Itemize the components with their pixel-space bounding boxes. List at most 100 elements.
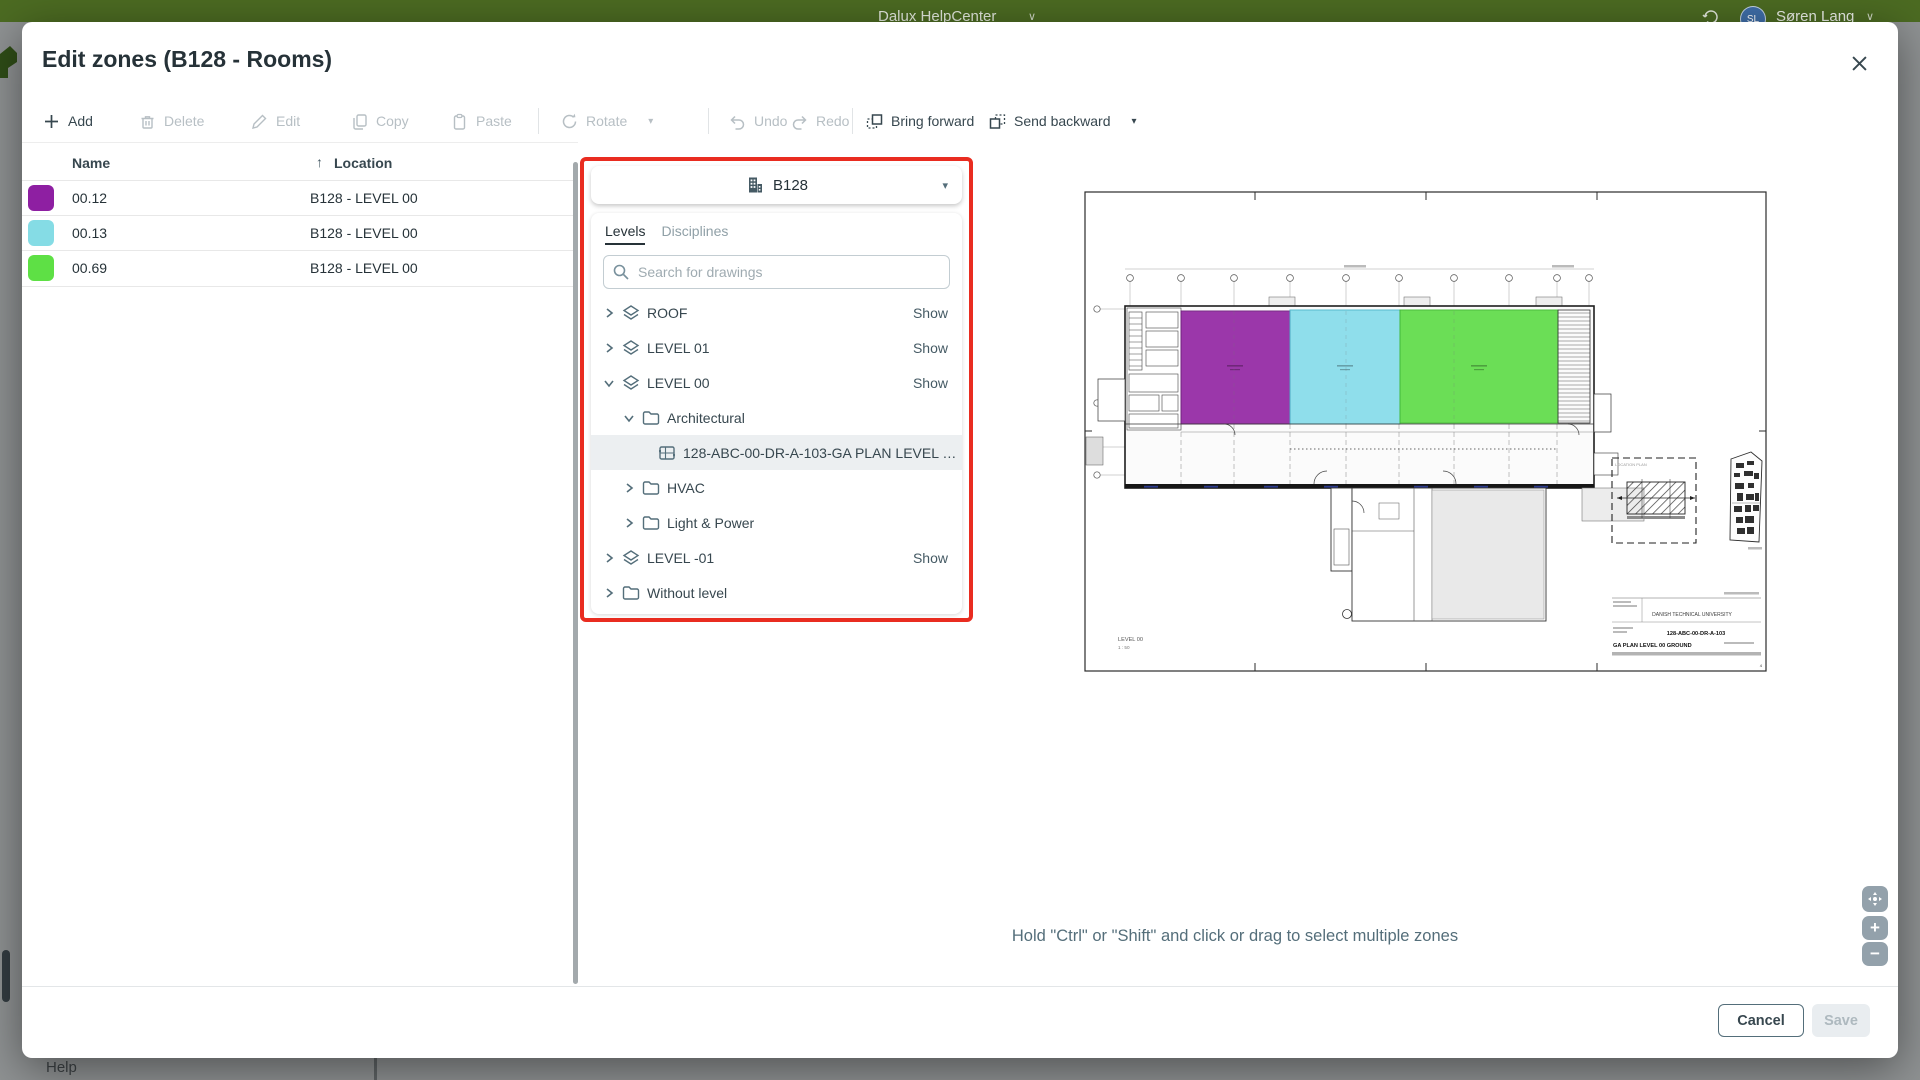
history-icon[interactable] <box>1702 8 1720 22</box>
zone-00-12[interactable] <box>1181 311 1290 424</box>
site-key-plan <box>1730 452 1762 550</box>
tree-item-architectural[interactable]: Architectural <box>591 400 962 435</box>
column-name[interactable]: Name <box>72 155 110 171</box>
zone-color-swatch[interactable] <box>28 255 54 281</box>
fit-to-view-button[interactable] <box>1862 886 1888 912</box>
user-menu-caret-icon: ∨ <box>1866 10 1874 22</box>
tab-disciplines[interactable]: Disciplines <box>661 223 728 245</box>
chevron-right-icon[interactable] <box>603 587 617 599</box>
south-wing <box>1331 488 1546 621</box>
copy-icon <box>350 112 369 131</box>
table-row[interactable]: 00.12 B128 - LEVEL 00 <box>22 180 573 216</box>
drawing-icon <box>657 443 677 463</box>
edit-zones-dialog: Edit zones (B128 - Rooms) Add Delete Edi… <box>22 22 1898 1058</box>
zone-00-13[interactable] <box>1290 310 1400 424</box>
folder-icon <box>641 408 661 428</box>
chevron-right-icon[interactable] <box>603 307 617 319</box>
building-dropdown-caret-icon: ▾ <box>942 179 948 192</box>
panel-tabs: Levels Disciplines <box>591 213 962 245</box>
university-name: DANISH TECHNICAL UNIVERSITY <box>1652 612 1732 618</box>
building-selector[interactable]: B128 ▾ <box>591 166 962 204</box>
tree-item-drawing[interactable]: 128-ABC-00-DR-A-103-GA PLAN LEVEL … <box>591 435 962 470</box>
table-row[interactable]: 00.13 B128 - LEVEL 00 <box>22 215 573 251</box>
tree-item-label: LEVEL 01 <box>647 340 710 356</box>
zoom-out-button[interactable]: − <box>1862 942 1888 966</box>
left-rooms <box>1127 308 1181 430</box>
undo-icon <box>728 112 747 131</box>
sort-ascending-icon[interactable]: ↑ <box>316 154 323 170</box>
app-title[interactable]: Dalux HelpCenter <box>878 8 996 22</box>
tab-levels[interactable]: Levels <box>605 223 645 245</box>
plus-icon <box>42 112 61 131</box>
redo-button[interactable]: Redo <box>790 102 849 140</box>
pane-splitter[interactable] <box>573 162 578 984</box>
show-link[interactable]: Show <box>913 550 962 566</box>
chevron-right-icon[interactable] <box>623 482 637 494</box>
tree-item-hvac[interactable]: HVAC <box>591 470 962 505</box>
chevron-right-icon[interactable] <box>623 517 637 529</box>
zone-color-swatch[interactable] <box>28 220 54 246</box>
bring-forward-icon <box>865 112 884 131</box>
tree-item-label: ROOF <box>647 305 687 321</box>
send-backward-caret-icon[interactable]: ▾ <box>1132 116 1137 127</box>
background-scrollbar[interactable] <box>2 950 10 1002</box>
search-icon <box>612 263 630 286</box>
rotate-button[interactable]: Rotate ▾ <box>560 102 653 140</box>
toolbar-separator <box>538 108 539 134</box>
search-input[interactable] <box>603 255 950 289</box>
send-backward-icon <box>988 112 1007 131</box>
add-button[interactable]: Add <box>42 102 93 140</box>
show-link[interactable]: Show <box>913 340 962 356</box>
clipboard-icon <box>450 112 469 131</box>
tree-item-without-level[interactable]: Without level <box>591 575 962 610</box>
app-title-caret-icon: ∨ <box>1028 10 1036 22</box>
close-button[interactable] <box>1844 48 1874 78</box>
zone-location: B128 - LEVEL 00 <box>310 190 418 206</box>
table-top-border <box>22 142 578 143</box>
tree-item-level-01[interactable]: LEVEL 01 Show <box>591 330 962 365</box>
undo-button[interactable]: Undo <box>728 102 787 140</box>
help-link[interactable]: Help <box>46 1059 77 1076</box>
bring-forward-button[interactable]: Bring forward ▾ <box>865 102 1000 140</box>
table-header: Name ↑ Location <box>22 146 573 180</box>
zone-name: 00.13 <box>72 225 107 241</box>
zoom-in-button[interactable]: + <box>1862 916 1888 940</box>
footer-divider <box>22 986 1898 987</box>
tree-item-light-power[interactable]: Light & Power <box>591 505 962 540</box>
levels-icon <box>621 303 641 323</box>
tree-item-label: Without level <box>647 585 727 601</box>
drawing-title: GA PLAN LEVEL 00 GROUND <box>1613 643 1692 649</box>
save-button[interactable]: Save <box>1812 1004 1870 1037</box>
chevron-down-icon[interactable] <box>623 412 637 424</box>
copy-button[interactable]: Copy <box>350 102 409 140</box>
pan-icon <box>1867 891 1883 907</box>
rotate-icon <box>560 112 579 131</box>
tree-item-roof[interactable]: ROOF Show <box>591 295 962 330</box>
chevron-down-icon[interactable] <box>603 377 617 389</box>
show-link[interactable]: Show <box>913 375 962 391</box>
plan-scale: 1 : 50 <box>1118 645 1130 650</box>
user-name[interactable]: Søren Lang <box>1776 8 1854 22</box>
paste-button[interactable]: Paste <box>450 102 512 140</box>
column-location[interactable]: Location <box>334 155 392 171</box>
zone-color-swatch[interactable] <box>28 185 54 211</box>
folder-icon <box>641 478 661 498</box>
rotate-caret-icon[interactable]: ▾ <box>648 116 653 127</box>
show-link[interactable]: Show <box>913 305 962 321</box>
tree-item-level-minus-01[interactable]: LEVEL -01 Show <box>591 540 962 575</box>
floor-plan-canvas[interactable]: LOCATION PLAN DAN <box>1084 191 1767 672</box>
user-avatar[interactable]: SL <box>1740 6 1766 22</box>
zone-location: B128 - LEVEL 00 <box>310 225 418 241</box>
table-row[interactable]: 00.69 B128 - LEVEL 00 <box>22 250 573 287</box>
drawings-card: Levels Disciplines ROOF Show LEVEL 01 <box>591 213 962 614</box>
chevron-right-icon[interactable] <box>603 342 617 354</box>
tree-item-label: HVAC <box>667 480 705 496</box>
tree-item-level-00[interactable]: LEVEL 00 Show <box>591 365 962 400</box>
toolbar-separator <box>852 108 853 134</box>
send-backward-button[interactable]: Send backward ▾ <box>988 102 1137 140</box>
chevron-right-icon[interactable] <box>603 552 617 564</box>
cancel-button[interactable]: Cancel <box>1718 1004 1804 1037</box>
delete-button[interactable]: Delete <box>138 102 204 140</box>
folder-icon <box>641 513 661 533</box>
edit-button[interactable]: Edit <box>250 102 300 140</box>
